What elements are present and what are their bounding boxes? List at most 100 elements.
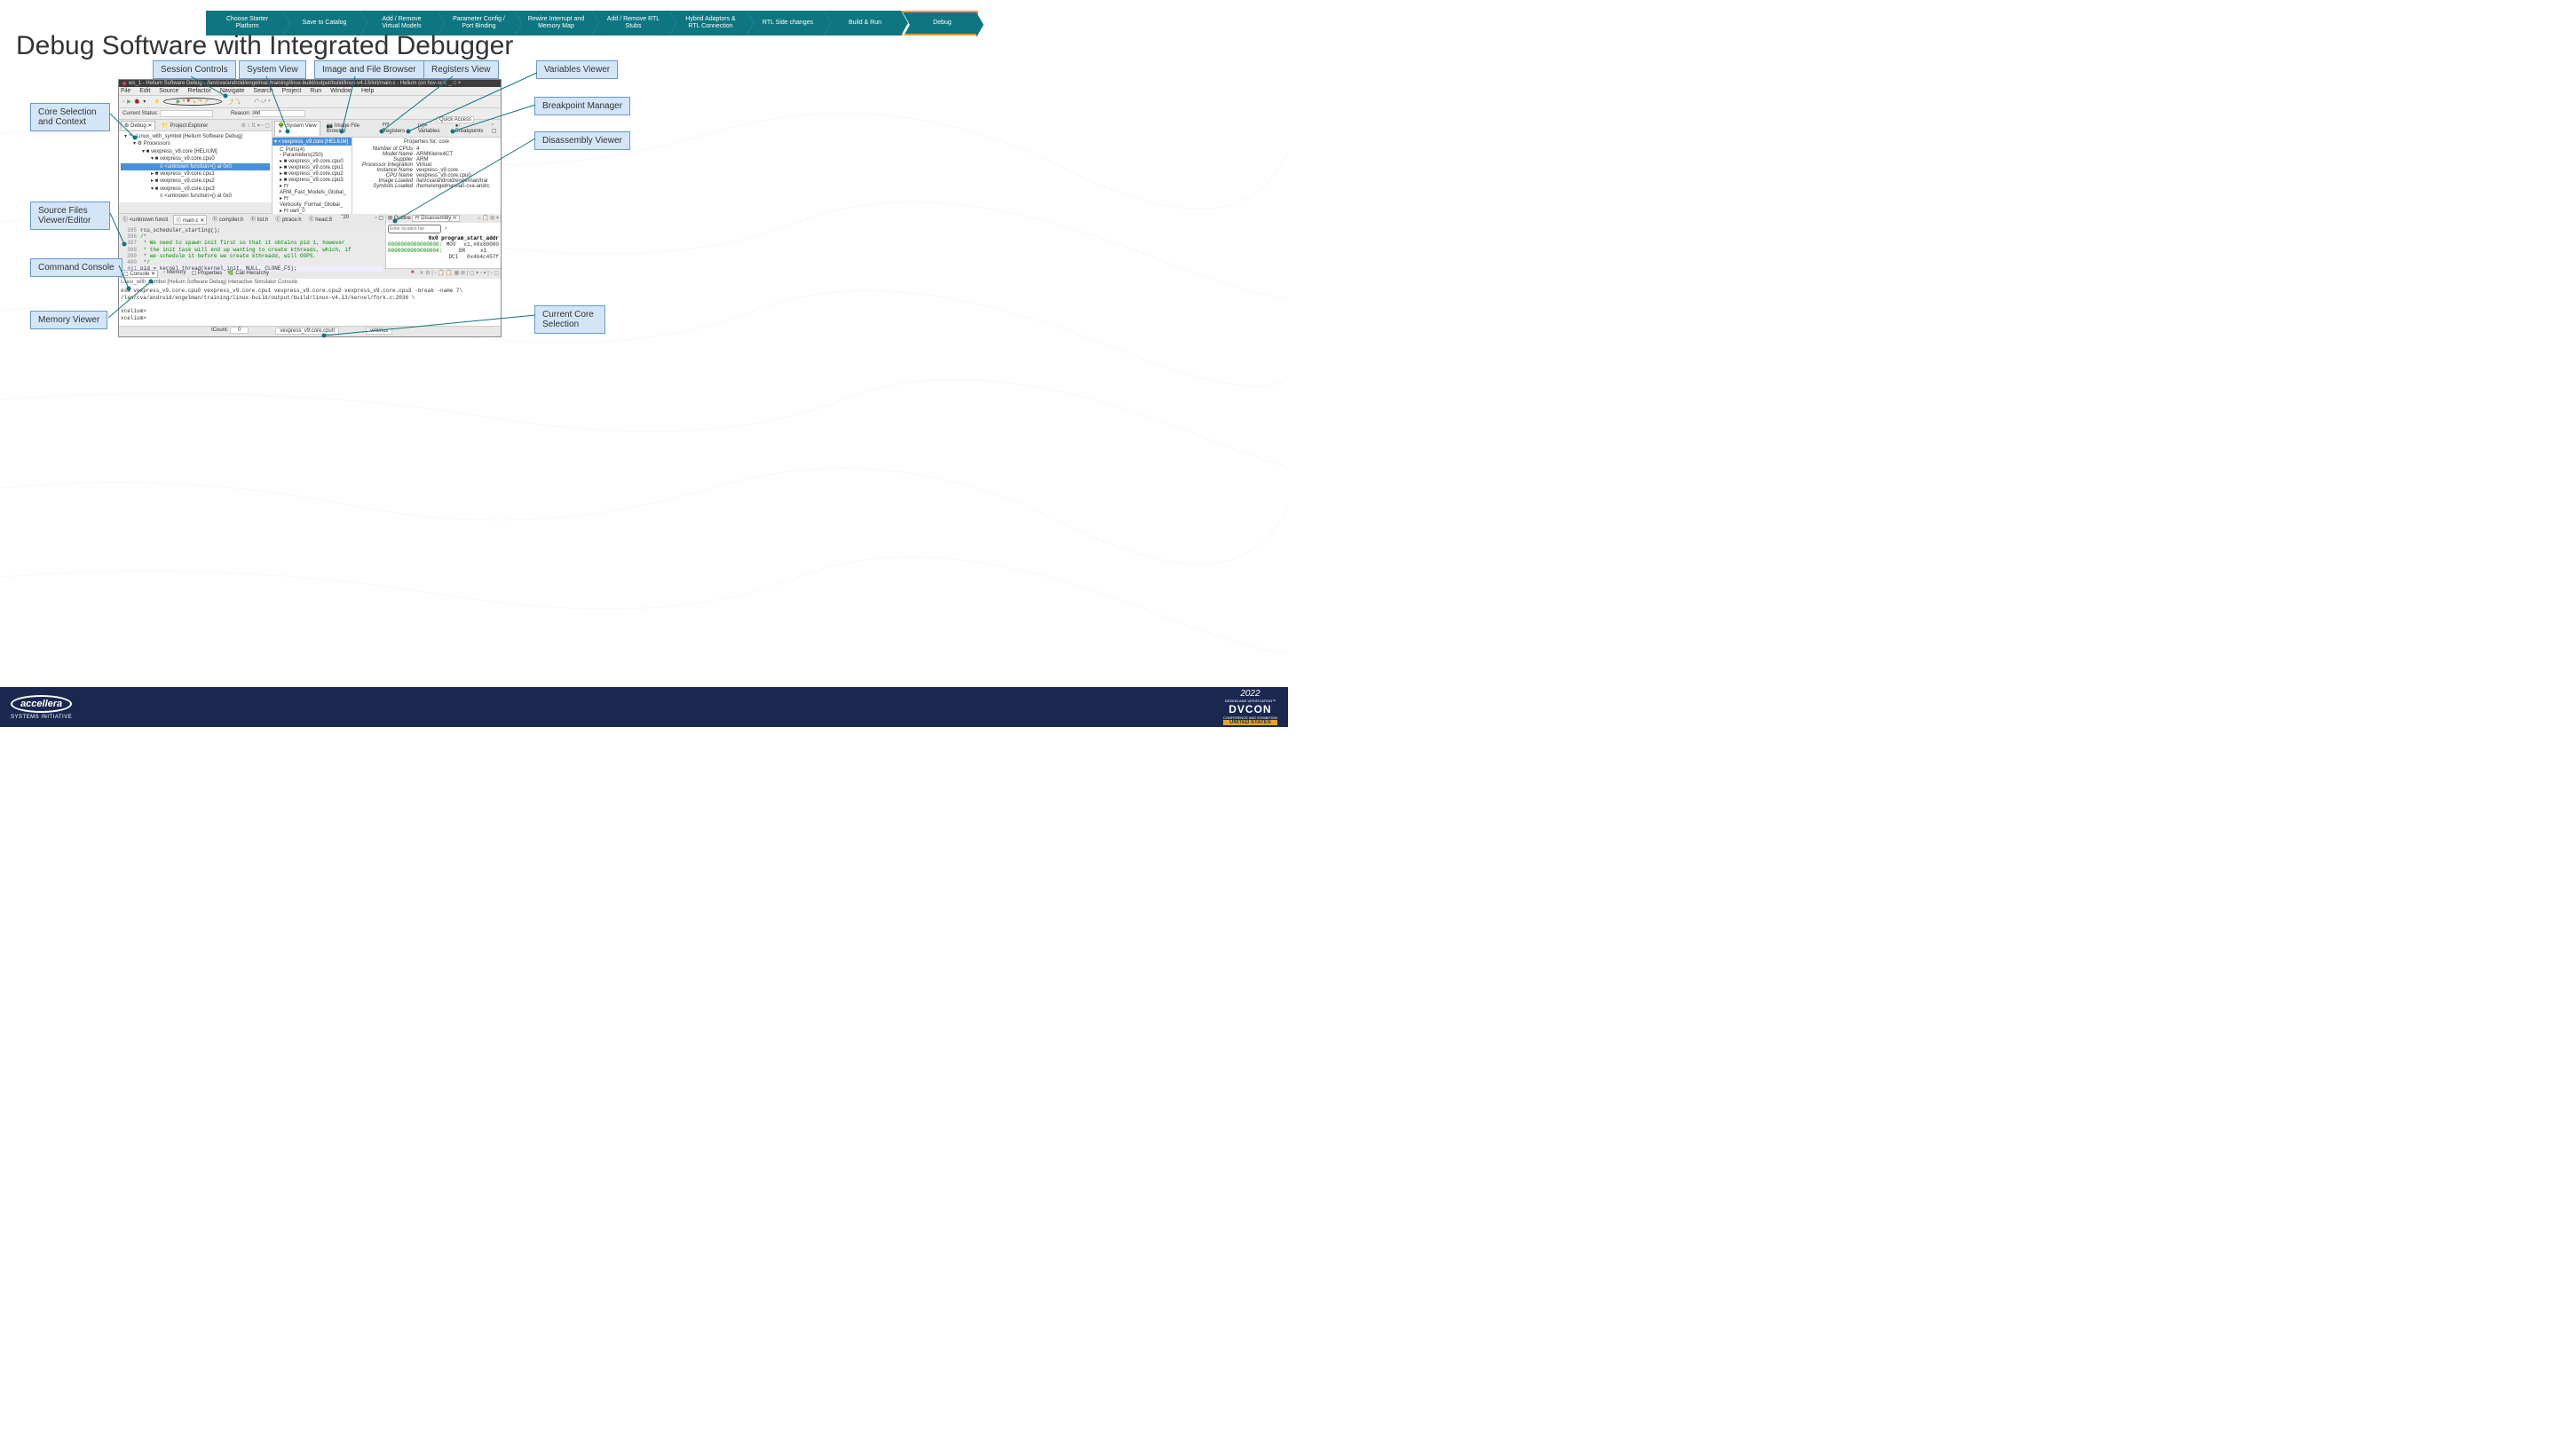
step-over-icon[interactable]: ↷ (198, 99, 202, 105)
tab-head-s[interactable]: ⓢ head.S (307, 215, 335, 225)
tab-unknown-func[interactable]: ⓒ <unknown functi (121, 215, 170, 225)
sysview-item[interactable]: ▸ ■ vexpress_v9.core.cpu3 (274, 177, 350, 183)
console-line: /lan/cva/android/engelman/training/linux… (121, 295, 499, 302)
tab-ptrace-h[interactable]: ⓒ ptrace.h (273, 215, 303, 225)
system-view-tree[interactable]: ▾ ▪ vexpress_v9.core [HELIUM] ⊏ Ports(4)… (273, 138, 352, 216)
reason-input[interactable] (252, 110, 305, 117)
code-editor[interactable]: 395rcu_scheduler_starting();396/*397 * W… (119, 225, 385, 273)
location-input[interactable] (388, 225, 441, 233)
menu-source[interactable]: Source (159, 88, 178, 94)
menu-run[interactable]: Run (310, 88, 321, 94)
sysview-item[interactable]: ▸ ⫯⫯ ARM_Fast_Models_Global_ (274, 183, 350, 195)
step-out-icon[interactable]: ↗ (204, 99, 209, 105)
menu-search[interactable]: Search (253, 88, 273, 94)
sysview-item[interactable]: ▸ ■ vexpress_v9.core.cpu2 (274, 170, 350, 177)
menu-refactor[interactable]: Refactor (187, 88, 210, 94)
dropdown-icon[interactable]: ▾ (143, 99, 146, 105)
editor-controls-icon[interactable]: ▫ ▢ (375, 215, 383, 225)
callout-variables-viewer: Variables Viewer (536, 60, 618, 79)
tree-item[interactable]: ▾ ⚙ Processors (121, 140, 270, 147)
tab-toolbar-icons[interactable]: ⚙ ↕ ⇅ ▾ ▫ ▢ (241, 122, 270, 129)
code-line[interactable]: 399 * we schedule it before we create kt… (121, 253, 383, 259)
variables-tab[interactable]: (x)= Variables (415, 122, 449, 135)
disassembly-tab[interactable]: ⫯⫯ Disassembly ✕ (412, 215, 459, 222)
menu-edit[interactable]: Edit (139, 88, 150, 94)
save-icon[interactable]: ▫ (122, 99, 124, 105)
tree-item[interactable]: ≡ <unknown function>() at 0x0 (121, 163, 270, 170)
console-tab[interactable]: ▢ Console ✕ (121, 270, 158, 278)
tree-item[interactable]: ▾ ■ vexpress_v9.core.cpu3 (121, 186, 270, 193)
icount-label: ICount: (211, 328, 228, 333)
menu-file[interactable]: File (121, 88, 130, 94)
console-line: esw vexpress_v9.core.cpu0 vexpress_v9.co… (121, 288, 499, 295)
minimize-icon[interactable]: ▫ ▢ (492, 122, 499, 134)
breakpoints-tab[interactable]: ●◦ Breakpoints (453, 122, 488, 135)
memory-tab[interactable]: ▫ Memory (163, 270, 186, 278)
disasm-header: 0x0 program_start_addr (388, 235, 499, 241)
sysview-item[interactable]: ⊏ Ports(4) (274, 146, 350, 153)
tree-item[interactable]: ▸ ■ vexpress_v9.core.cpu1 (121, 170, 270, 178)
menu-window[interactable]: Window (330, 88, 352, 94)
debug-icon[interactable]: 🐞 (134, 99, 140, 105)
run-icon[interactable]: ▶ (127, 99, 131, 105)
outline-tab[interactable]: ⊞ Outline (388, 216, 411, 221)
sysview-item[interactable]: ▸ ■ vexpress_v9.core.cpu1 (274, 164, 350, 170)
call-hierarchy-tab[interactable]: 🌿 Call Hierarchy (227, 270, 269, 278)
step-rewire: Rewire Interrupt and Memory Map (515, 11, 592, 36)
debug-tab[interactable]: ⚙ Debug ✕ (121, 121, 155, 130)
system-view-tab[interactable]: 🌳 System View ✕ (274, 121, 320, 136)
slide-title: Debug Software with Integrated Debugger (16, 31, 513, 61)
menu-project[interactable]: Project (282, 88, 302, 94)
step-into-icon[interactable]: ↘ (192, 99, 196, 105)
window-title: ws_1 - Helium Software Debug - /lan/cva/… (129, 81, 461, 86)
callout-system-view: System View (239, 60, 306, 79)
callout-current-core: Current Core Selection (534, 305, 605, 334)
sysview-header[interactable]: ▾ ▪ vexpress_v9.core [HELIUM] (273, 138, 352, 146)
current-status-input[interactable] (160, 110, 213, 117)
tree-item[interactable]: ≡ <unknown function>() at 0x0 (121, 193, 270, 200)
resume-icon[interactable]: ▶ (177, 99, 181, 105)
quick-access-input[interactable]: Quick Access (437, 116, 474, 123)
project-explorer-tab[interactable]: 📁 Project Explorer (159, 122, 210, 130)
debug-tree[interactable]: ▾ 🔧 Linux_with_symbol [Helium Software D… (119, 131, 272, 202)
code-line[interactable]: 395rcu_scheduler_starting(); (121, 227, 383, 233)
properties-tab[interactable]: ▢ Properties (192, 270, 223, 278)
pause-icon[interactable]: ⏸ (182, 99, 185, 105)
code-line[interactable]: 396/* (121, 233, 383, 240)
callout-memory-viewer: Memory Viewer (30, 311, 107, 329)
console-line: xcelium> (121, 308, 499, 315)
step-build-run: Build & Run (824, 11, 901, 36)
sysview-item[interactable]: ▸ ■ vexpress_v9.core.cpu0 (274, 158, 350, 164)
tab-compiler-h[interactable]: ⓗ compiler.h (210, 215, 245, 225)
tab-extra: "20 (341, 215, 349, 225)
session-controls[interactable]: ▶ ⏸ ■ ↘ ↷ ↗ (163, 98, 222, 106)
menu-navigate[interactable]: Navigate (220, 88, 245, 94)
registers-tab[interactable]: ⫯⫯⫯ Registers (380, 122, 412, 135)
tab-list-h[interactable]: ⓗ list.h (249, 215, 270, 225)
image-browser-tab[interactable]: 📷 Image File Browser (324, 122, 376, 135)
stop-icon[interactable]: ■ (186, 99, 190, 105)
tree-item[interactable]: ▾ ■ vexpress_v9.core [HELIUM] (121, 148, 270, 155)
tree-item[interactable]: ▸ ■ vexpress_v9.core.cpu2 (121, 178, 270, 185)
menubar[interactable]: File Edit Source Refactor Navigate Searc… (119, 87, 501, 96)
debug-tabs: ⚙ Debug ✕ 📁 Project Explorer ⚙ ↕ ⇅ ▾ ▫ ▢ (119, 120, 272, 131)
properties-panel: Properties for: core Number of CPUs4Mode… (352, 138, 501, 216)
window-icon (122, 82, 126, 85)
tree-item[interactable]: ▾ ■ vexpress_v9.core.cpu0 (121, 155, 270, 162)
disasm-line: 0000000000000004:BRx1 (388, 248, 499, 254)
icount-value: 0 (230, 327, 249, 334)
sysview-item[interactable]: ▸ ⫯⫯ Verbosity_Format_Global_ (274, 195, 350, 208)
console-body[interactable]: esw vexpress_v9.core.cpu0 vexpress_v9.co… (119, 286, 501, 324)
callout-disassembly-viewer: Disassembly Viewer (534, 131, 630, 150)
console-toolbar-icons[interactable]: ✕ ⚙ | ▫ 📋 📋 ▦ ⊞ | ▢ ▾ ▫ ▾ | ▫ ▢ (420, 270, 499, 278)
code-line[interactable]: 400 */ (121, 259, 383, 265)
footer: accellera SYSTEMS INITIATIVE 2022 DESIGN… (0, 687, 1288, 727)
menu-help[interactable]: Help (361, 88, 374, 94)
tree-item[interactable]: ▾ 🔧 Linux_with_symbol [Helium Software D… (121, 133, 270, 140)
code-line[interactable]: 398 * the init task will end up wanting … (121, 247, 383, 253)
disasm-icons[interactable]: ⌂ 📋 ⊞ ▾ (478, 215, 499, 221)
tab-main-c[interactable]: ⓒ main.c ✕ (173, 215, 207, 225)
code-line[interactable]: 397 * We need to spawn init first so tha… (121, 240, 383, 246)
console-stop-icon[interactable]: ■ (411, 270, 415, 278)
toolbar: ▫ ▶ 🐞 ▾ ⚡ ▶ ⏸ ■ ↘ ↷ ↗ ⤴ ⤵ ⤺ ⤻ ▾ (119, 96, 501, 108)
